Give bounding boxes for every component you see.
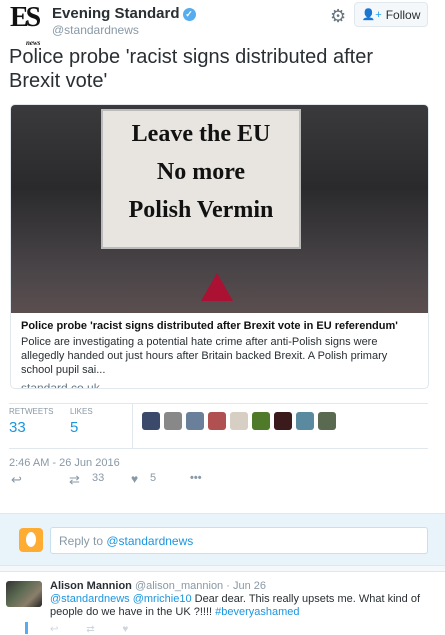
liker-avatar[interactable]: [142, 412, 160, 430]
liker-avatar[interactable]: [252, 412, 270, 430]
reply-hashtag[interactable]: #beveryashamed: [215, 606, 299, 618]
likes-stat[interactable]: Likes 5: [70, 407, 93, 436]
reply-author-handle[interactable]: @alison_mannion: [135, 580, 223, 592]
liker-avatar[interactable]: [296, 412, 314, 430]
reply-icon[interactable]: ↩: [50, 624, 58, 635]
account-name-text: Evening Standard: [52, 5, 180, 22]
reply-icon[interactable]: ↩: [11, 472, 22, 488]
reply-placeholder: Reply to: [59, 534, 107, 548]
liker-avatar[interactable]: [230, 412, 248, 430]
follow-button[interactable]: 👤+ Follow: [354, 2, 428, 27]
sign-line: No more: [156, 159, 246, 185]
reply-avatar[interactable]: [6, 581, 42, 607]
sign-line: Leave the EU: [131, 121, 271, 147]
reply-header: Alison Mannion @alison_mannion · Jun 26: [50, 580, 266, 592]
reply-text: @standardnews @mrichie10 Dear dear. This…: [50, 593, 430, 619]
liker-avatar[interactable]: [318, 412, 336, 430]
reply-date[interactable]: · Jun 26: [226, 580, 266, 592]
hazard-button-shape: [201, 273, 233, 301]
card-title: Police probe 'racist signs distributed a…: [21, 320, 398, 332]
liker-avatar[interactable]: [208, 412, 226, 430]
tweet-stats: Retweets 33 Likes 5: [9, 403, 428, 449]
heart-icon[interactable]: ♥: [131, 472, 138, 486]
likes-count: 5: [70, 419, 79, 436]
card-domain: standard.co.uk: [21, 381, 100, 389]
divider: [132, 404, 133, 449]
retweet-icon[interactable]: ⇄: [86, 624, 94, 635]
retweets-stat[interactable]: Retweets 33: [9, 407, 53, 436]
reply-actions: ↩ ⇄ ♥: [50, 624, 128, 635]
retweets-count: 33: [9, 419, 26, 436]
thread-line: [25, 622, 28, 634]
liker-avatar[interactable]: [274, 412, 292, 430]
tweet-text: Police probe 'racist signs distributed a…: [9, 46, 373, 92]
sign-line: Polish Vermin: [128, 197, 274, 223]
likes-label: Likes: [70, 407, 93, 416]
heart-icon[interactable]: ♥: [122, 624, 128, 635]
evening-standard-logo[interactable]: ES news: [10, 4, 46, 48]
reply-box: Reply to @standardnews: [0, 513, 445, 566]
gear-icon[interactable]: ⚙: [330, 6, 346, 27]
like-count: 5: [150, 472, 157, 484]
account-handle[interactable]: @standardnews: [52, 23, 139, 37]
card-image: Leave the EU No more Polish Vermin: [11, 105, 428, 313]
liker-avatar[interactable]: [164, 412, 182, 430]
liker-avatar[interactable]: [186, 412, 204, 430]
liker-avatars: [142, 412, 336, 430]
tweet-actions: ↩ ⇄ 33 ♥ 5 •••: [9, 472, 309, 488]
retweet-icon[interactable]: ⇄: [69, 472, 80, 488]
user-avatar: [19, 528, 43, 552]
timestamp[interactable]: 2:46 AM - 26 Jun 2016: [9, 457, 120, 469]
reply-input[interactable]: Reply to @standardnews: [50, 527, 428, 554]
reply-mention: @standardnews: [106, 534, 194, 548]
follow-label: Follow: [385, 7, 421, 22]
account-name[interactable]: Evening Standard ✓: [52, 5, 196, 22]
add-user-icon: 👤+: [361, 9, 382, 21]
reply-mentions[interactable]: @standardnews @mrichie10: [50, 593, 192, 605]
retweets-label: Retweets: [9, 407, 54, 416]
verified-badge-icon: ✓: [182, 8, 196, 21]
retweet-count: 33: [92, 472, 105, 484]
more-icon[interactable]: •••: [190, 472, 202, 484]
link-card[interactable]: Leave the EU No more Polish Vermin Polic…: [10, 104, 429, 389]
card-description: Police are investigating a potential hat…: [21, 336, 388, 376]
reply-author-name[interactable]: Alison Mannion: [50, 580, 132, 592]
divider: [0, 566, 445, 572]
sign-in-photo: Leave the EU No more Polish Vermin: [101, 109, 301, 249]
